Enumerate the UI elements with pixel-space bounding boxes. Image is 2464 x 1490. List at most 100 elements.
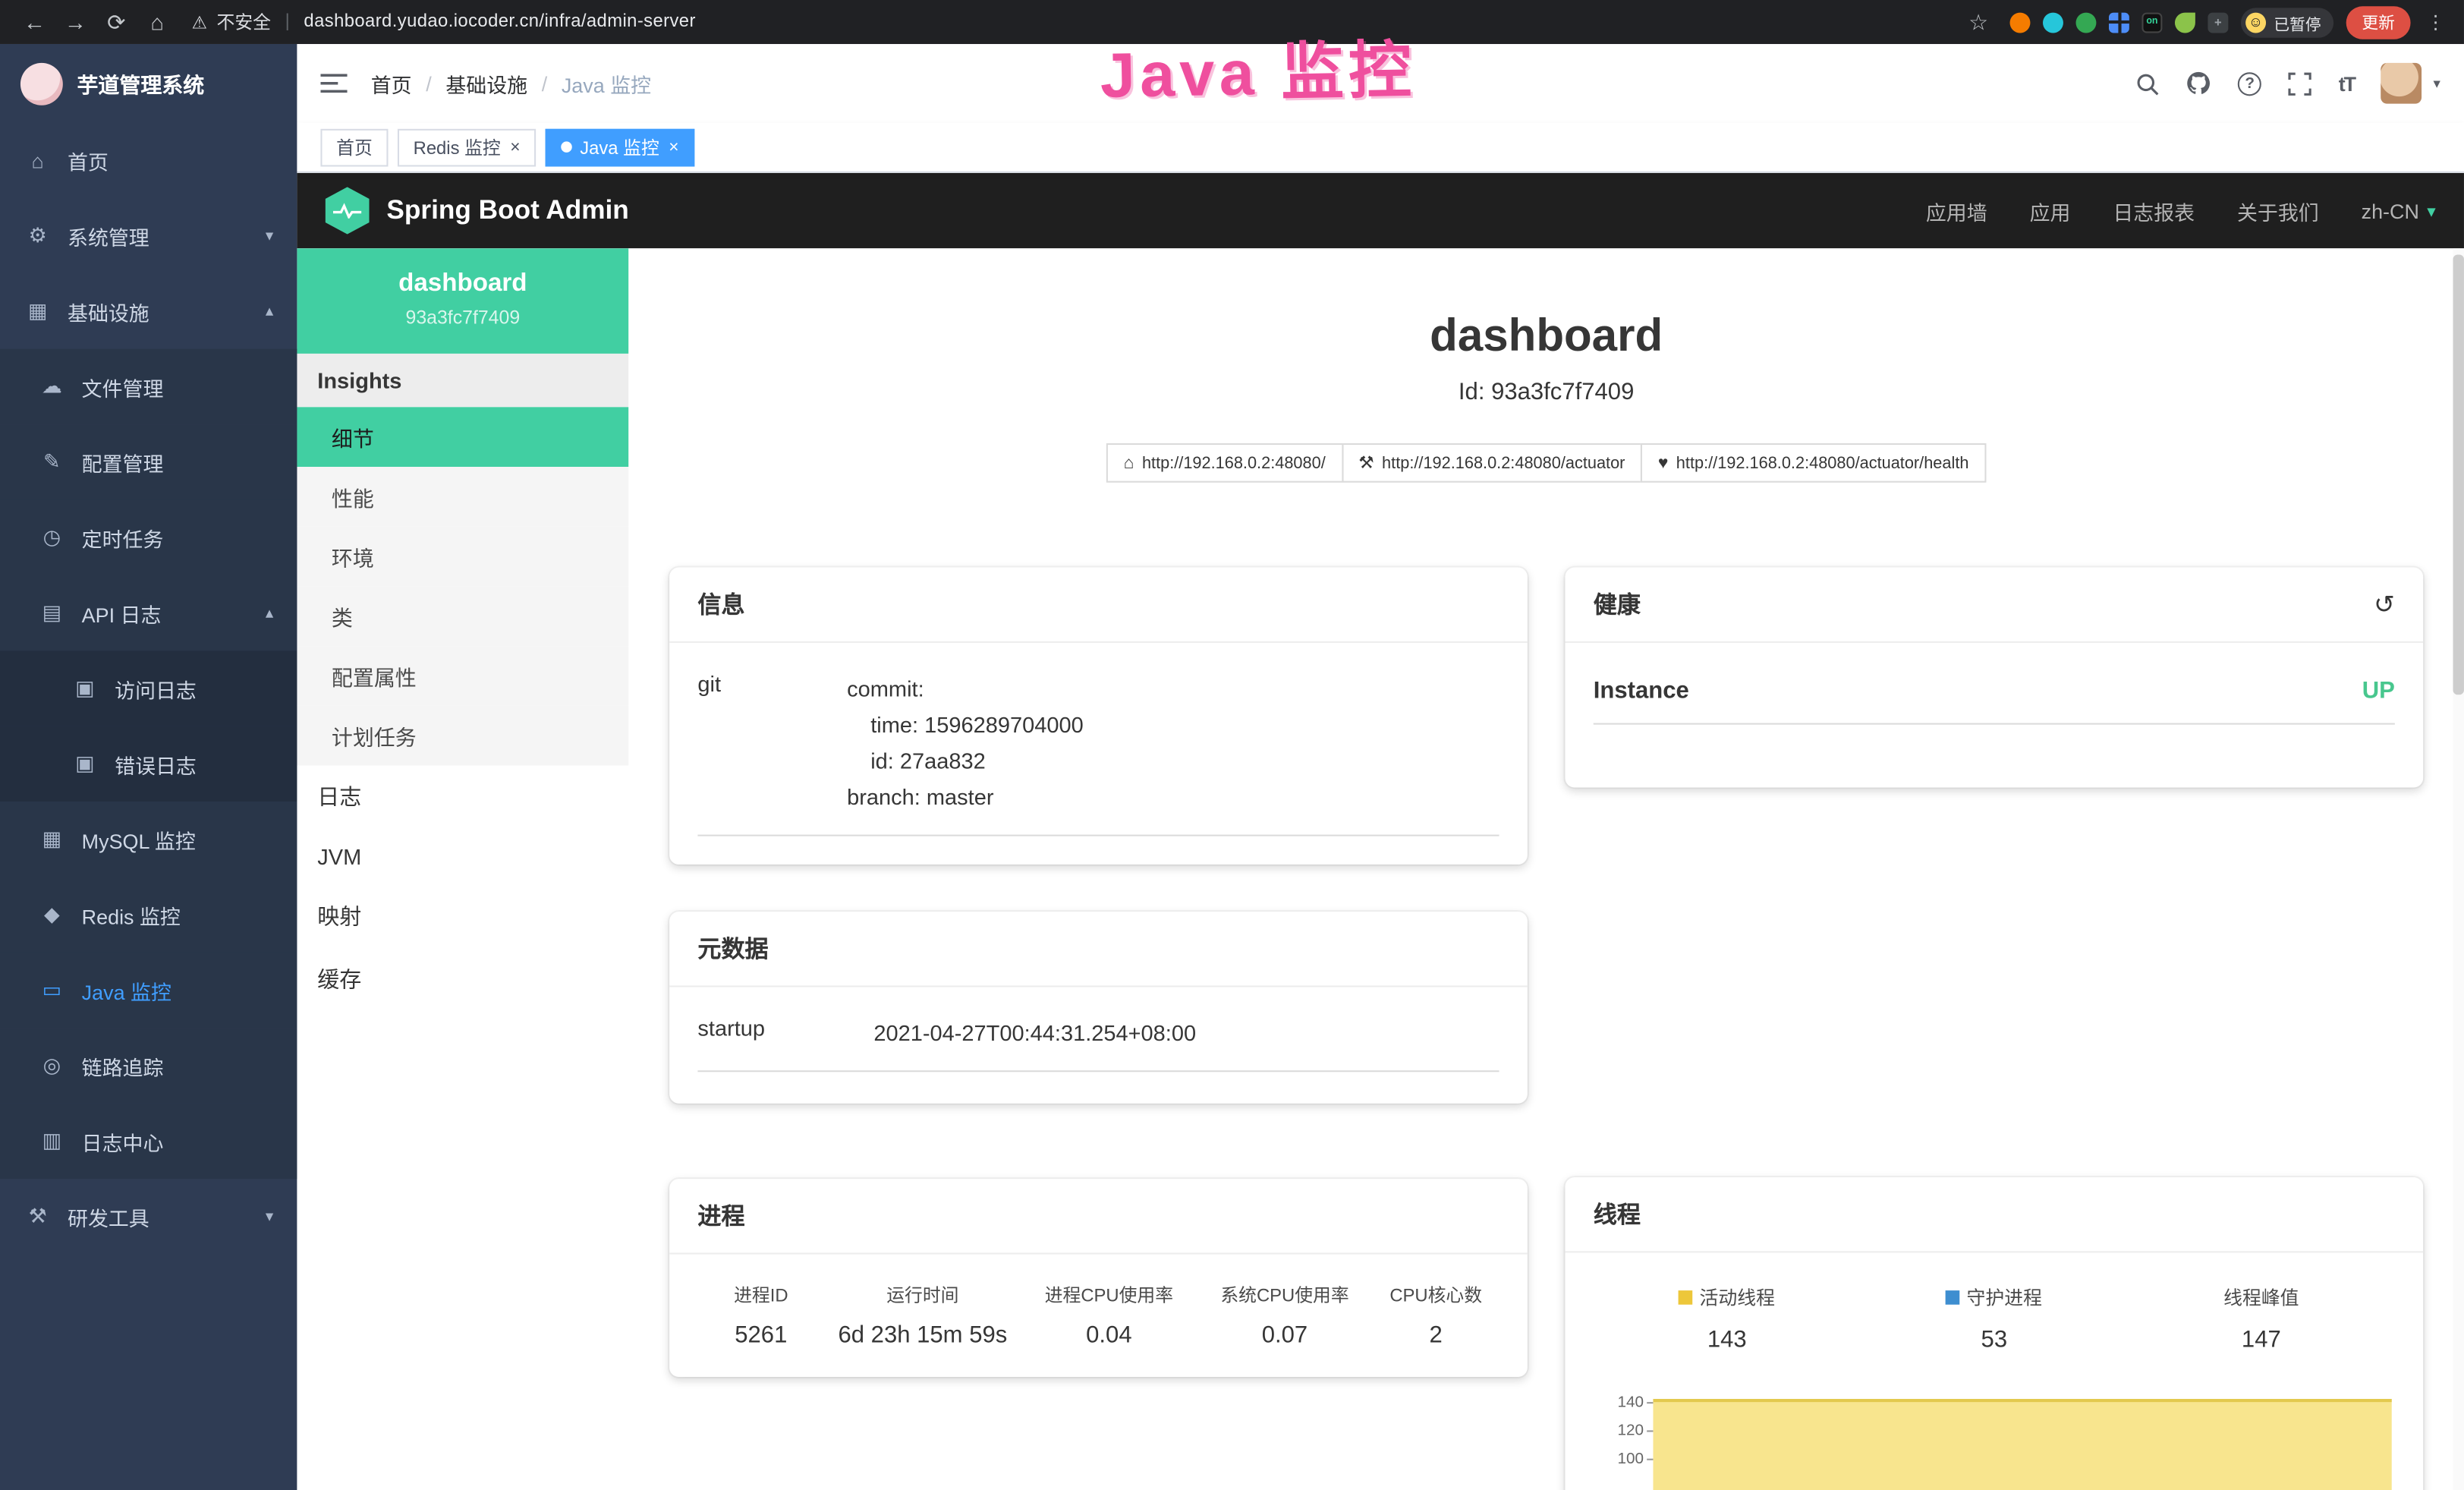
breadcrumb-separator: / [426,71,432,95]
actuator-url-link[interactable]: ⚒ http://192.168.0.2:48080/actuator [1341,443,1642,483]
forward-icon[interactable]: → [57,0,95,44]
sba-menu-logs[interactable]: 日志 [297,765,628,828]
process-card: 进程 进程ID 5261 运行时间 [669,1180,1528,1378]
sba-menu-classes[interactable]: 类 [297,586,628,646]
sidebar-item-label: API 日志 [82,598,162,628]
health-url-link[interactable]: ♥ http://192.168.0.2:48080/actuator/heal… [1641,443,1986,483]
sba-menu-environment[interactable]: 环境 [297,527,628,587]
infrastructure-icon: ▦ [25,298,50,323]
sidebar-item-label: 错误日志 [115,749,197,779]
tab-home[interactable]: 首页 [320,128,388,166]
help-icon[interactable]: ? [2238,71,2261,95]
legend-live-threads: 活动线程 143 [1594,1284,1861,1353]
sba-menu-configprops[interactable]: 配置属性 [297,646,628,706]
security-label: 不安全 [217,9,271,34]
sidebar-item-scheduled-jobs[interactable]: ◷ 定时任务 [0,500,297,575]
tab-redis-monitor[interactable]: Redis 监控 × [398,128,536,166]
process-card-header: 进程 [669,1180,1528,1255]
sidebar-item-files[interactable]: ☁ 文件管理 [0,349,297,424]
github-icon[interactable] [2186,71,2211,96]
sba-menu-scheduled-tasks[interactable]: 计划任务 [297,706,628,766]
sba-nav-about[interactable]: 关于我们 [2237,196,2319,225]
scrollbar-thumb[interactable] [2453,254,2463,695]
extension-icon-leaf[interactable] [2175,12,2195,33]
chrome-update-button[interactable]: 更新 [2346,5,2411,38]
extension-icon-4[interactable] [2109,12,2129,33]
sba-nav-wallboard[interactable]: 应用墙 [1926,196,1987,225]
close-icon[interactable]: × [510,137,520,156]
info-key: git [697,671,847,816]
tab-java-monitor[interactable]: Java 监控 × [546,128,695,166]
instance-header[interactable]: dashboard 93a3fc7f7409 [297,248,628,354]
sidebar-item-redis-monitor[interactable]: ◆ Redis 监控 [0,877,297,952]
sidebar-item-system[interactable]: ⚙ 系统管理 ▾ [0,198,297,273]
sba-menu-caches[interactable]: 缓存 [297,948,628,1011]
sba-nav-applications[interactable]: 应用 [2030,196,2071,225]
sidebar-item-label: 系统管理 [68,221,149,250]
back-icon[interactable]: ← [16,0,54,44]
sba-menu-jvm[interactable]: JVM [297,828,628,885]
legend-label: 活动线程 [1700,1284,1775,1311]
user-avatar[interactable] [2381,63,2422,104]
sidebar-item-home[interactable]: ⌂ 首页 [0,123,297,198]
breadcrumb-home[interactable]: 首页 [371,68,412,98]
timer-icon: ◷ [39,525,65,550]
process-col-system-cpu: 系统CPU使用率 0.07 [1197,1284,1373,1350]
process-col-cpus: CPU核心数 2 [1373,1284,1499,1350]
health-card-header: 健康 ↺ [1565,568,2423,643]
app-logo[interactable]: 芋道管理系统 [0,44,297,123]
tab-label: 首页 [336,134,373,159]
sidebar-item-infra[interactable]: ▦ 基础设施 ▴ [0,273,297,348]
sidebar-item-dev-tools[interactable]: ⚒ 研发工具 ▾ [0,1179,297,1254]
sba-body: dashboard 93a3fc7f7409 Insights 细节 性能 环境… [297,248,2464,1490]
threads-legend: 活动线程 143 守护进程 [1594,1284,2395,1353]
sba-menu-details[interactable]: 细节 [297,407,628,467]
extensions-puzzle-icon[interactable]: + [2208,12,2228,33]
sidebar-item-config[interactable]: ✎ 配置管理 [0,424,297,499]
sba-menu-section-insights: Insights [297,354,628,407]
sba-menu-metrics[interactable]: 性能 [297,467,628,527]
close-icon[interactable]: × [669,137,678,156]
profile-avatar-icon: ☺ [2245,12,2266,33]
sidebar-item-tracing[interactable]: ◎ 链路追踪 [0,1028,297,1103]
sba-menu-mappings[interactable]: 映射 [297,885,628,948]
address-bar[interactable]: ⚠ 不安全 | dashboard.yudao.iocoder.cn/infra… [192,9,696,34]
sidebar-item-label: 定时任务 [82,523,164,553]
info-card: 信息 git commit: time: 1596289704000 id: 2… [669,568,1528,865]
scrollbar[interactable] [2453,248,2463,1490]
font-size-icon[interactable]: tT [2339,71,2355,95]
sidebar-item-mysql-monitor[interactable]: ▦ MySQL 监控 [0,802,297,877]
sidebar-item-java-monitor[interactable]: ▭ Java 监控 [0,953,297,1028]
sidebar-item-log-center[interactable]: ▥ 日志中心 [0,1104,297,1179]
process-table: 进程ID 5261 运行时间 6d 23h 15m 59s 进程CPU使用率 [697,1284,1499,1350]
right-column: 健康 ↺ Instance UP [1565,568,2423,1490]
sidebar-item-error-logs[interactable]: ▣ 错误日志 [0,726,297,802]
service-url-link[interactable]: ⌂ http://192.168.0.2:48080/ [1106,443,1343,483]
extension-icon-on[interactable]: on [2141,12,2162,33]
home-icon[interactable]: ⌂ [138,0,176,44]
avatar-caret-icon[interactable]: ▾ [2434,74,2440,92]
extension-icon-1[interactable] [2010,12,2031,33]
browser-menu-icon[interactable]: ⋮ [2423,11,2448,33]
profile-paused-badge[interactable]: ☺ 已暂停 [2241,7,2333,36]
bookmark-star-icon[interactable]: ☆ [1959,0,1997,44]
extension-icon-2[interactable] [2043,12,2063,33]
sidebar-item-api-logs[interactable]: ▤ API 日志 ▴ [0,575,297,650]
breadcrumb-infra[interactable]: 基础设施 [445,68,527,98]
reload-icon[interactable]: ⟳ [97,0,135,44]
sba-nav-journal[interactable]: 日志报表 [2113,196,2195,225]
fullscreen-icon[interactable] [2288,71,2311,95]
breadcrumb-current: Java 监控 [562,68,651,98]
security-warning-icon: ⚠ [192,12,207,33]
home-icon: ⌂ [1124,453,1134,472]
search-icon[interactable] [2136,71,2160,95]
hamburger-icon[interactable] [320,72,347,94]
browser-toolbar: ← → ⟳ ⌂ ⚠ 不安全 | dashboard.yudao.iocoder.… [0,0,2464,44]
health-row-instance[interactable]: Instance UP [1594,678,2395,725]
history-icon[interactable]: ↺ [2374,589,2395,620]
sidebar-item-access-logs[interactable]: ▣ 访问日志 [0,650,297,726]
process-card-body: 进程ID 5261 运行时间 6d 23h 15m 59s 进程CPU使用率 [669,1255,1528,1378]
live-threads-area-series [1653,1399,2391,1490]
extension-icon-3[interactable] [2076,12,2097,33]
sba-language-select[interactable]: zh-CN ▾ [2362,199,2436,222]
